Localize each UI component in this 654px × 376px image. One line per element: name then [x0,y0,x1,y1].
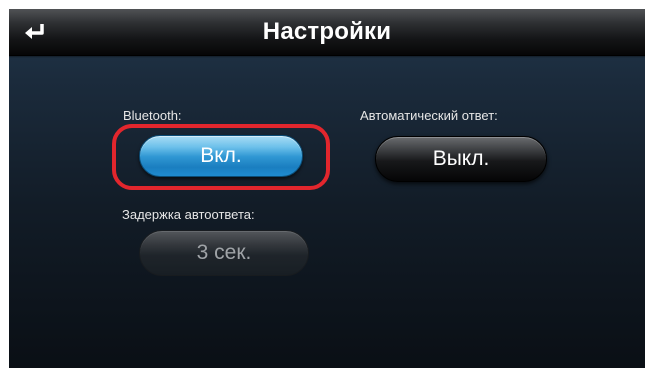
auto-answer-toggle-button[interactable]: Выкл. [375,136,547,182]
settings-screen: Настройки Bluetooth: Вкл. Автоматический… [9,9,645,368]
bluetooth-toggle-button[interactable]: Вкл. [139,135,303,177]
bluetooth-label: Bluetooth: [123,108,182,123]
page-title: Настройки [262,18,392,45]
auto-answer-delay-button: 3 сек. [139,230,309,276]
auto-answer-delay-label: Задержка автоответа: [122,207,255,222]
title-bar: Настройки [9,9,645,58]
auto-answer-label: Автоматический ответ: [360,108,498,123]
